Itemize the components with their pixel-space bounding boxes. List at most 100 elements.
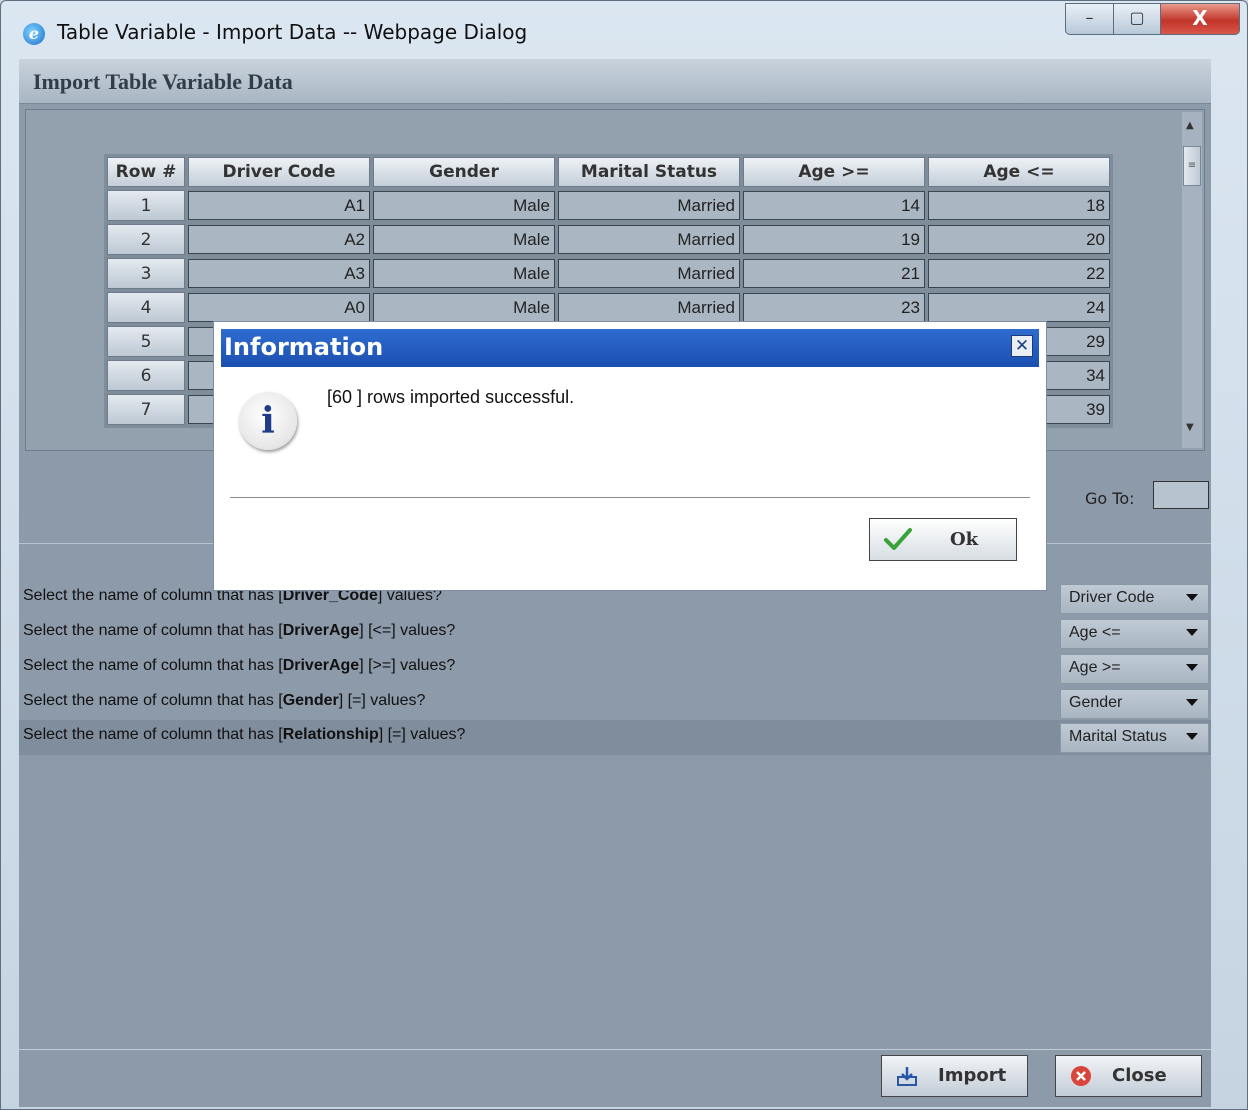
cell-value-age-min[interactable]: 21 [743,259,925,288]
mapping-field-name: DriverAge [282,622,360,639]
goto-label: Go To: [1085,489,1135,508]
row-number-cell[interactable]: 4 [107,292,185,323]
import-button[interactable]: Import [881,1055,1028,1097]
ok-button[interactable]: Ok [869,518,1017,561]
cell-value-age-max[interactable]: 22 [928,259,1110,288]
cell-value-age-min[interactable]: 14 [743,191,925,220]
column-header-driver-code[interactable]: Driver Code [188,157,370,187]
grid-cell-age-min: 23 [743,292,925,323]
grid-cell-age-min: 21 [743,258,925,289]
cell-value-code[interactable]: A0 [188,293,370,322]
cell-value-gender[interactable]: Male [373,293,555,322]
mapping-suffix: ] [=] values? [378,726,466,743]
row-number-cell[interactable]: 1 [107,190,185,221]
mapping-column-select[interactable]: Age <= [1060,619,1209,649]
information-dialog: Information ✕ i [60 ] rows imported succ… [213,321,1047,591]
grid-cell-marital: Married [558,258,740,289]
grid-cell-age-min: 14 [743,190,925,221]
cell-value-marital[interactable]: Married [558,293,740,322]
mapping-selected-value: Age <= [1069,624,1121,641]
table-row[interactable]: 3 A3 Male Married 21 22 [107,258,1110,289]
scroll-up-arrow-icon[interactable]: ▲ [1186,120,1194,131]
column-header-gender[interactable]: Gender [373,157,555,187]
grid-header-row: Row # Driver Code Gender Marital Status … [107,157,1110,187]
goto-page-input[interactable] [1153,481,1209,509]
table-row[interactable]: 4 A0 Male Married 23 24 [107,292,1110,323]
mapping-prefix: Select the name of column that has [ [23,622,283,639]
cell-value-marital[interactable]: Married [558,225,740,254]
grid-cell-age-max: 20 [928,224,1110,255]
cell-value-marital[interactable]: Married [558,259,740,288]
mapping-question: Select the name of column that has [Driv… [23,622,455,640]
cell-value-gender[interactable]: Male [373,259,555,288]
row-number-cell[interactable]: 2 [107,224,185,255]
panel-title: Import Table Variable Data [33,69,293,94]
row-number-cell[interactable]: 3 [107,258,185,289]
ie-icon: e [23,23,45,45]
information-close-icon[interactable]: ✕ [1011,335,1033,357]
maximize-button[interactable]: ▢ [1113,3,1161,35]
grid-cell-age-max: 18 [928,190,1110,221]
mapping-row: Select the name of column that has [Driv… [19,651,1211,686]
mapping-suffix: ] [>=] values? [359,657,456,674]
ok-button-label: Ok [950,529,979,550]
cell-value-code[interactable]: A1 [188,191,370,220]
mapping-prefix: Select the name of column that has [ [23,726,283,743]
window-close-button[interactable]: X [1160,3,1240,35]
mapping-suffix: ] [<=] values? [359,622,456,639]
mapping-column-select[interactable]: Gender [1060,689,1209,719]
row-number-cell[interactable]: 5 [107,326,185,357]
cell-value-code[interactable]: A2 [188,225,370,254]
scroll-down-arrow-icon[interactable]: ▼ [1186,422,1194,433]
mapping-row: Select the name of column that has [Rela… [19,720,1211,755]
column-header-row-number[interactable]: Row # [107,157,185,187]
grid-cell-marital: Married [558,190,740,221]
information-dialog-title: Information [224,333,384,361]
row-number-cell[interactable]: 6 [107,360,185,391]
mapping-selected-value: Driver Code [1069,589,1155,606]
cell-value-marital[interactable]: Married [558,191,740,220]
chevron-down-icon [1186,664,1198,671]
grid-cell-code: A2 [188,224,370,255]
grid-cell-gender: Male [373,190,555,221]
cell-value-code[interactable]: A3 [188,259,370,288]
cell-value-age-max[interactable]: 24 [928,293,1110,322]
title-bar: e Table Variable - Import Data -- Webpag… [1,1,1247,59]
mapping-question: Select the name of column that has [Gend… [23,692,425,710]
table-row[interactable]: 1 A1 Male Married 14 18 [107,190,1110,221]
mapping-question: Select the name of column that has [Rela… [23,726,465,744]
information-divider [230,497,1030,498]
cell-value-gender[interactable]: Male [373,191,555,220]
mapping-suffix: ] [=] values? [338,692,426,709]
chevron-down-icon [1186,733,1198,740]
cell-value-age-max[interactable]: 18 [928,191,1110,220]
close-circle-icon [1071,1066,1091,1086]
minimize-button[interactable]: – [1065,3,1114,35]
panel-header: Import Table Variable Data [19,59,1211,104]
scroll-thumb[interactable]: ≡ [1183,146,1201,186]
table-row[interactable]: 2 A2 Male Married 19 20 [107,224,1110,255]
cell-value-age-min[interactable]: 23 [743,293,925,322]
cell-value-age-max[interactable]: 20 [928,225,1110,254]
import-button-label: Import [938,1065,1007,1086]
checkmark-icon [884,528,912,550]
grid-cell-code: A1 [188,190,370,221]
cell-value-age-min[interactable]: 19 [743,225,925,254]
mapping-field-name: Gender [282,692,339,709]
grid-cell-gender: Male [373,258,555,289]
column-header-age-min[interactable]: Age >= [743,157,925,187]
grid-cell-age-max: 24 [928,292,1110,323]
import-icon [897,1067,917,1086]
mapping-row: Select the name of column that has [Gend… [19,686,1211,721]
mapping-column-select[interactable]: Marital Status [1060,723,1209,753]
row-number-cell[interactable]: 7 [107,394,185,425]
cell-value-gender[interactable]: Male [373,225,555,254]
grid-scrollbar[interactable]: ▲ ≡ ▼ [1182,112,1202,448]
grid-cell-marital: Married [558,292,740,323]
mapping-column-select[interactable]: Age >= [1060,654,1209,684]
column-header-marital-status[interactable]: Marital Status [558,157,740,187]
info-icon: i [239,392,297,450]
mapping-column-select[interactable]: Driver Code [1060,584,1209,614]
column-header-age-max[interactable]: Age <= [928,157,1110,187]
close-button[interactable]: Close [1055,1055,1202,1097]
